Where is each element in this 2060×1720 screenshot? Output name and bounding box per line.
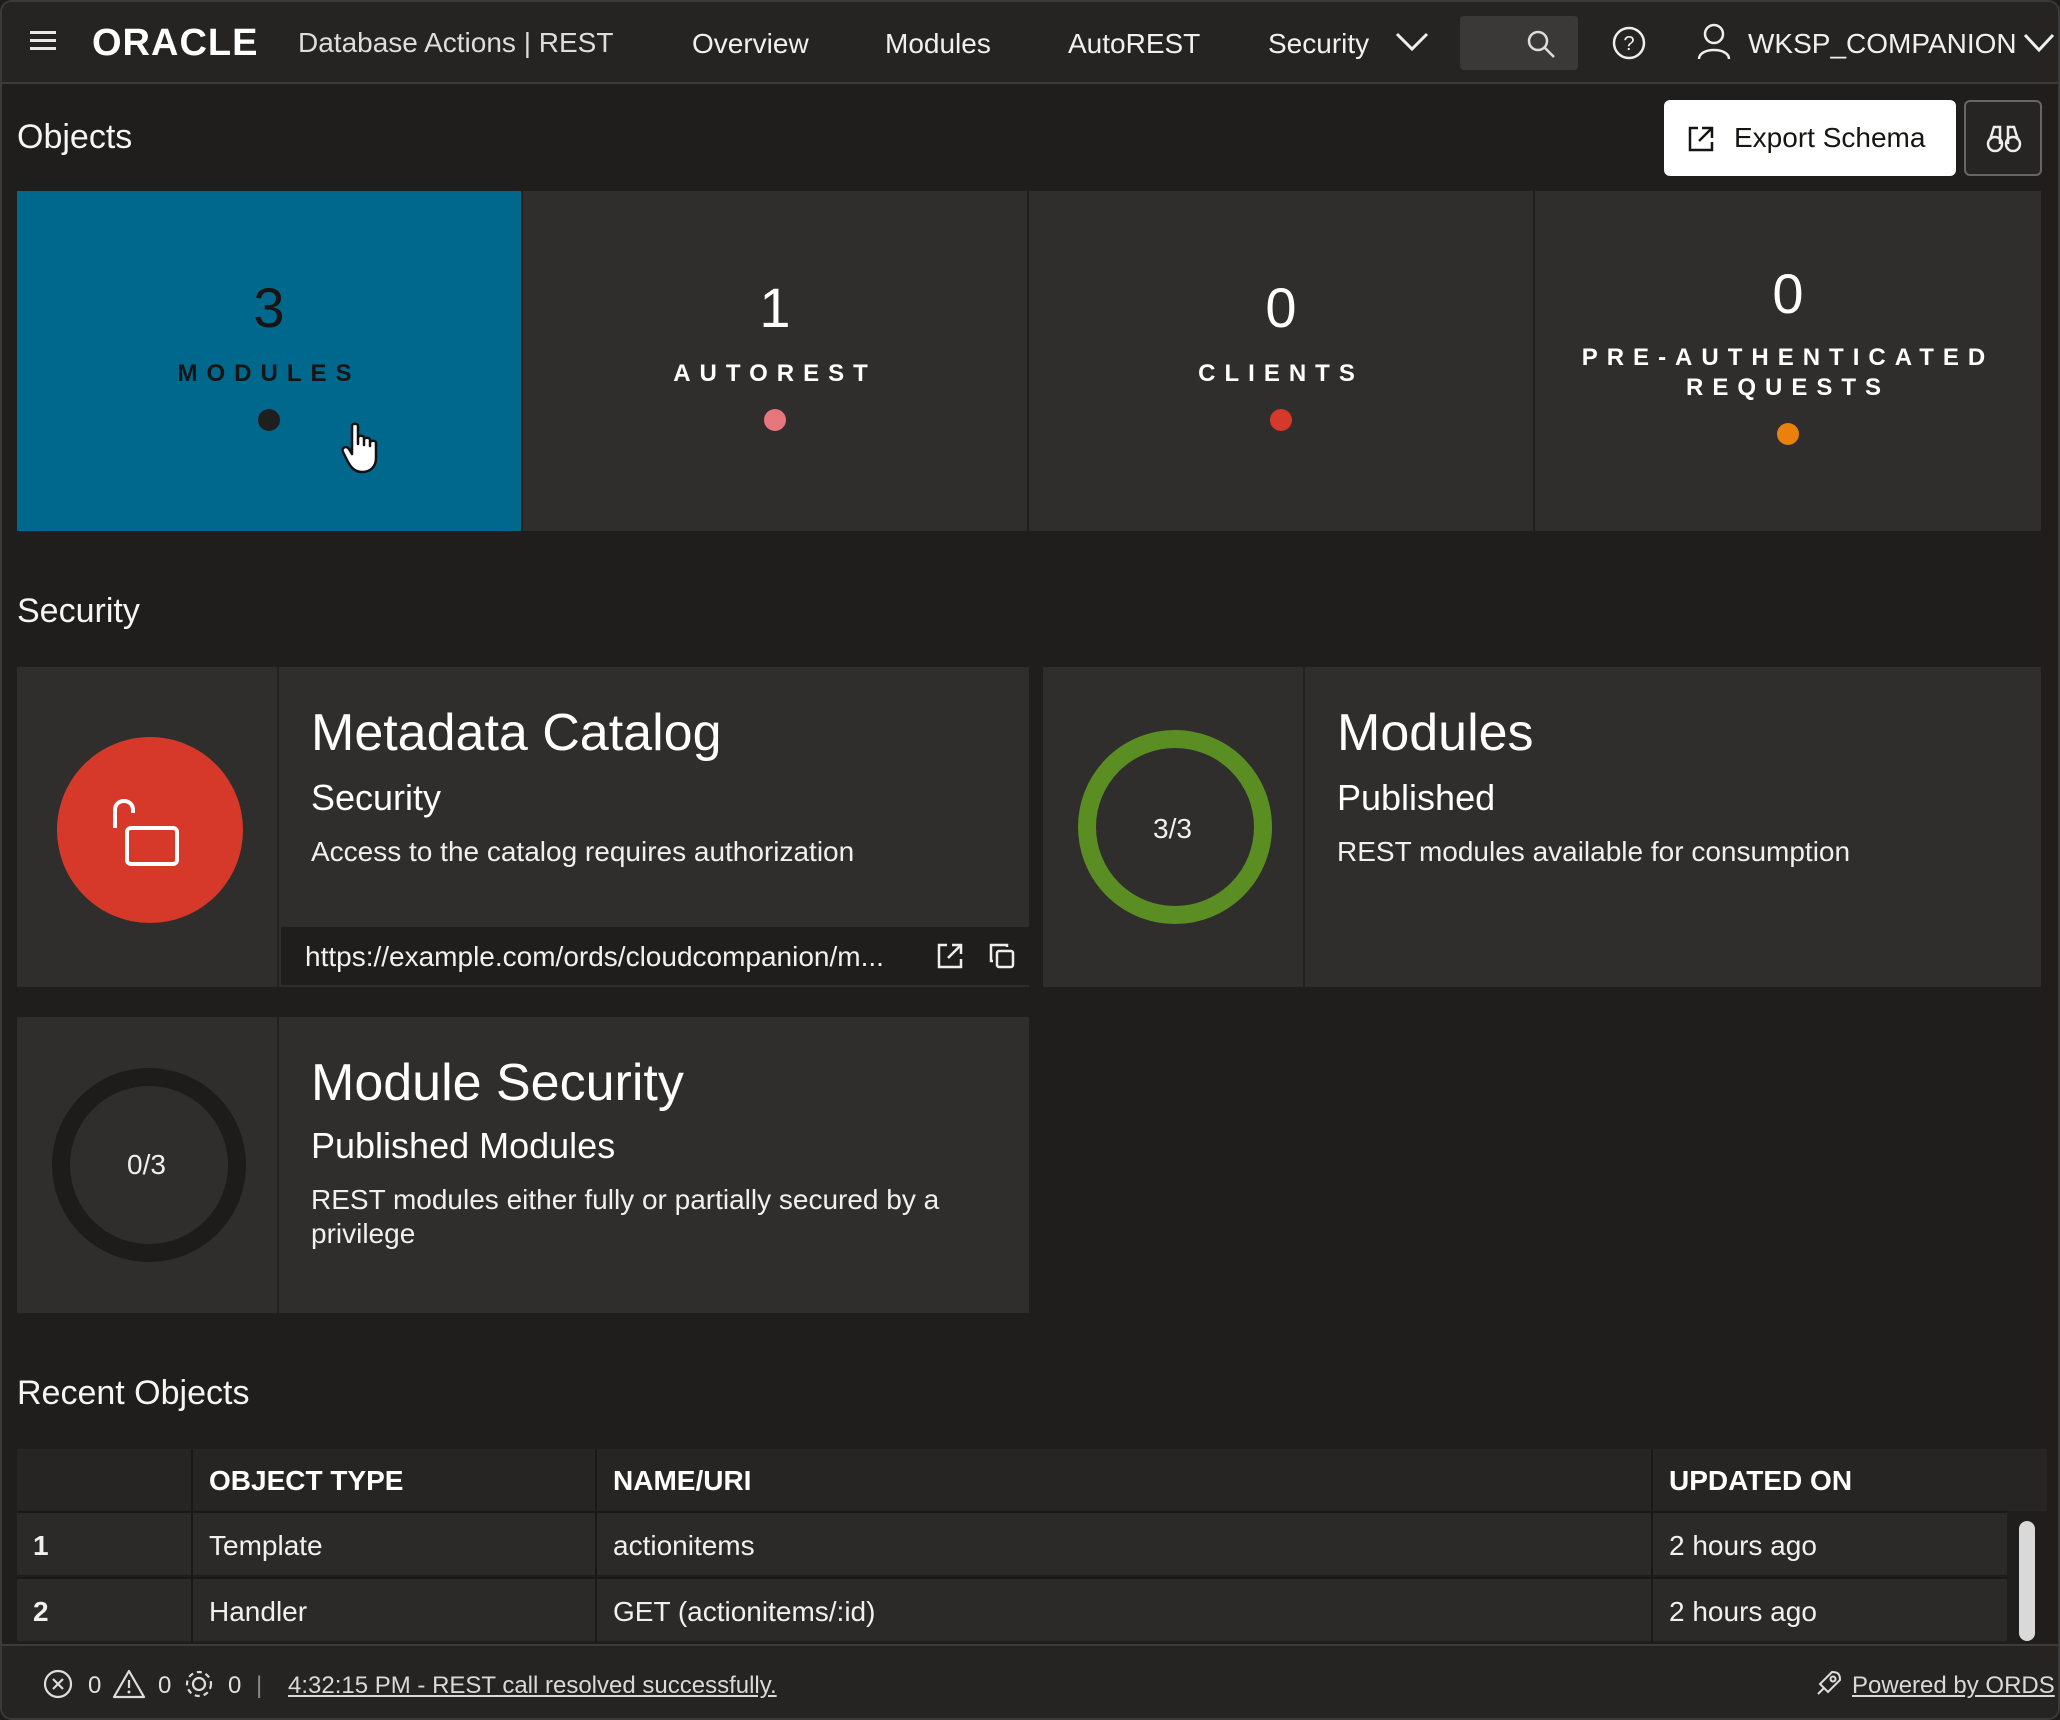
search-objects-button[interactable] [1964, 100, 2042, 176]
export-icon [1688, 126, 1714, 152]
oracle-logo: ORACLE [92, 22, 259, 64]
export-schema-label: Export Schema [1734, 122, 1926, 153]
warning-icon[interactable] [112, 1668, 146, 1700]
module-security-card: 0/3 Module Security Published Modules RE… [17, 1017, 1029, 1313]
security-heading: Security [17, 592, 140, 630]
user-icon[interactable] [1696, 22, 1732, 60]
module-security-title: Module Security [311, 1054, 684, 1112]
status-divider: | [256, 1672, 263, 1699]
help-icon[interactable]: ? [1612, 26, 1646, 60]
par-dot [1777, 423, 1799, 445]
metadata-catalog-title: Metadata Catalog [311, 704, 722, 762]
modules-card-subtitle: Published [1337, 777, 1496, 818]
error-count: 0 [88, 1672, 102, 1699]
row-name-uri[interactable]: GET (actionitems/:id) [613, 1596, 875, 1628]
tile-clients[interactable]: 0 CLIENTS [1029, 191, 1533, 531]
chevron-down-icon[interactable] [1394, 30, 1430, 54]
status-bar: 0 0 0 | 4:32:15 PM - REST call resolved … [2, 1644, 2058, 1718]
metadata-catalog-subtitle: Security [311, 777, 442, 818]
rocket-icon [1817, 1670, 1842, 1695]
catalog-url-bar: https://example.com/ords/cloudcompanion/… [281, 927, 1029, 985]
copy-icon[interactable] [987, 941, 1017, 971]
powered-by-ords-link[interactable]: Powered by ORDS [1852, 1672, 2055, 1700]
metadata-catalog-icon-panel [17, 667, 279, 987]
search-button[interactable] [1460, 16, 1578, 70]
chevron-down-icon[interactable] [2022, 32, 2056, 54]
tile-pre-authenticated-requests[interactable]: 0 PRE-AUTHENTICATED REQUESTS [1535, 191, 2041, 531]
top-bar: ORACLE Database Actions | REST Overview … [2, 2, 2058, 84]
row-index: 2 [33, 1596, 49, 1627]
modules-card: 3/3 Modules Published REST modules avail… [1043, 667, 2041, 987]
modules-ring-value: 3/3 [1153, 813, 1192, 844]
export-schema-button[interactable]: Export Schema [1664, 100, 1956, 176]
metadata-catalog-description: Access to the catalog requires authoriza… [311, 836, 855, 867]
unlocked-padlock-icon [57, 737, 243, 923]
nav-security[interactable]: Security [1268, 28, 1369, 60]
status-message-link[interactable]: 4:32:15 PM - REST call resolved successf… [288, 1672, 777, 1700]
row-object-type: Handler [209, 1596, 308, 1627]
column-header-name-uri[interactable]: NAME/URI [613, 1465, 751, 1497]
row-updated-on: 2 hours ago [1669, 1530, 1817, 1561]
clients-dot [1270, 409, 1292, 431]
task-count: 0 [228, 1672, 242, 1699]
table-row[interactable]: 1 Template actionitems 2 hours ago [17, 1511, 2007, 1575]
nav-overview[interactable]: Overview [692, 28, 809, 60]
row-index: 1 [33, 1530, 49, 1561]
hand-cursor-icon [341, 422, 378, 474]
modules-card-title: Modules [1337, 704, 1534, 762]
column-divider [191, 1449, 193, 1643]
recent-objects-heading: Recent Objects [17, 1374, 250, 1412]
autorest-dot [764, 409, 786, 431]
app-window: ORACLE Database Actions | REST Overview … [0, 0, 2060, 1720]
nav-autorest[interactable]: AutoREST [1068, 28, 1200, 60]
tile-modules[interactable]: 3 MODULES [17, 191, 521, 531]
menu-icon[interactable] [30, 31, 56, 53]
autorest-label: AUTOREST [673, 360, 877, 387]
clients-label: CLIENTS [1198, 360, 1364, 387]
user-menu[interactable]: WKSP_COMPANION [1748, 28, 2017, 60]
table-row[interactable]: 2 Handler GET (actionitems/:id) 2 hours … [17, 1577, 2007, 1641]
autorest-count: 1 [759, 276, 791, 339]
column-header-updated-on[interactable]: UPDATED ON [1669, 1465, 1852, 1497]
modules-label: MODULES [177, 360, 361, 387]
table-scrollbar[interactable] [2019, 1521, 2035, 1641]
module-security-description: REST modules either fully or partially s… [311, 1184, 940, 1249]
row-object-type: Template [209, 1530, 323, 1561]
search-icon [1527, 30, 1555, 58]
module-security-subtitle: Published Modules [311, 1125, 616, 1166]
par-label: PRE-AUTHENTICATED REQUESTS [1581, 344, 1995, 401]
error-icon[interactable] [42, 1668, 74, 1700]
row-name-uri[interactable]: actionitems [613, 1530, 755, 1562]
module-security-ring-value: 0/3 [127, 1149, 166, 1180]
column-divider [595, 1449, 597, 1643]
app-title: Database Actions | REST [298, 27, 614, 58]
catalog-url[interactable]: https://example.com/ords/cloudcompanion/… [305, 941, 884, 973]
metadata-catalog-card: Metadata Catalog Security Access to the … [17, 667, 1029, 987]
column-header-object-type[interactable]: OBJECT TYPE [209, 1465, 403, 1497]
par-count: 0 [1772, 262, 1804, 325]
column-divider [1651, 1449, 1653, 1643]
modules-count: 3 [253, 276, 285, 339]
objects-heading: Objects [17, 118, 133, 156]
modules-dot [258, 409, 280, 431]
module-security-ring-panel: 0/3 [17, 1017, 279, 1313]
svg-text:?: ? [1623, 33, 1634, 55]
clients-count: 0 [1265, 276, 1297, 339]
table-header: OBJECT TYPE NAME/URI UPDATED ON [17, 1449, 2047, 1511]
modules-ring-panel: 3/3 [1043, 667, 1305, 987]
tile-autorest[interactable]: 1 AUTOREST [523, 191, 1027, 531]
row-updated-on: 2 hours ago [1669, 1596, 1817, 1627]
gear-icon[interactable] [182, 1667, 216, 1701]
open-link-icon[interactable] [935, 941, 965, 971]
modules-card-description: REST modules available for consumption [1337, 836, 1851, 867]
nav-modules[interactable]: Modules [885, 28, 991, 60]
warning-count: 0 [158, 1672, 172, 1699]
binoculars-icon [1986, 125, 2022, 153]
